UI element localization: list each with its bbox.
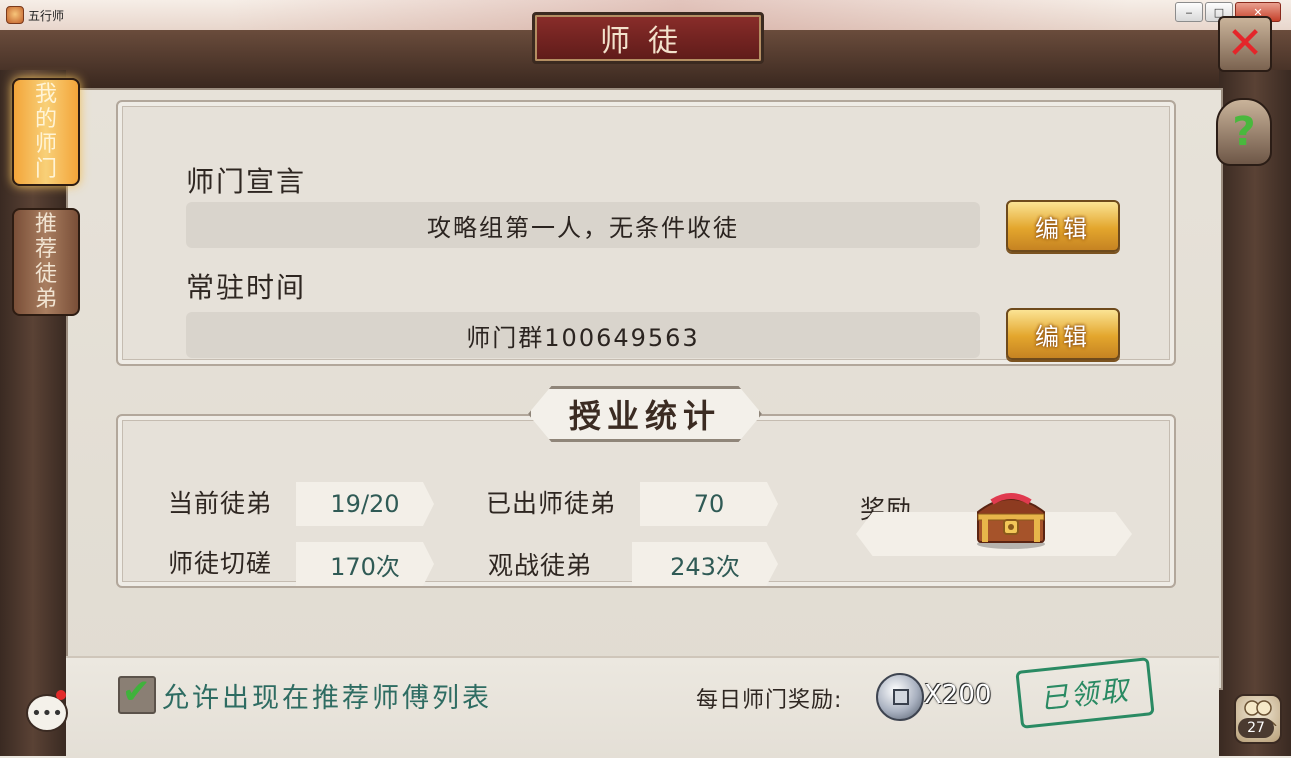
edit-declaration-button[interactable]: 编辑 bbox=[1006, 200, 1120, 252]
hours-label: 常驻时间 bbox=[186, 271, 307, 304]
panel-close-button[interactable]: ✕ bbox=[1218, 16, 1272, 72]
chat-bubble-icon: ••• bbox=[31, 702, 63, 724]
friends-count: 27 bbox=[1238, 718, 1274, 738]
tab-label-char: 门 bbox=[34, 157, 57, 182]
help-button[interactable]: ? bbox=[1216, 98, 1272, 166]
current-disciples-label: 当前徒弟 bbox=[168, 489, 273, 518]
question-icon: ? bbox=[1232, 109, 1256, 155]
frame-right-border bbox=[1219, 70, 1291, 756]
notification-dot bbox=[56, 690, 66, 700]
declaration-label: 师门宣言 bbox=[186, 165, 307, 198]
declaration-field: 攻略组第一人，无条件收徒 bbox=[186, 202, 980, 248]
app-icon bbox=[6, 6, 24, 24]
coin-count: X200 bbox=[924, 680, 992, 710]
current-disciples-value: 19/20 bbox=[296, 482, 434, 526]
tab-label-char: 师 bbox=[34, 132, 57, 157]
tab-label-char: 的 bbox=[34, 107, 57, 132]
tab-recommended-disciples[interactable]: 推 荐 徒 弟 bbox=[12, 208, 80, 316]
allow-recommend-label: 允许出现在推荐师傅列表 bbox=[162, 683, 492, 714]
red-x-icon: ✕ bbox=[1226, 18, 1264, 69]
stats-title: 授业统计 bbox=[528, 386, 762, 442]
watched-label: 观战徒弟 bbox=[488, 551, 593, 580]
minimize-button[interactable]: ‒ bbox=[1175, 2, 1203, 22]
sparring-value: 170次 bbox=[296, 542, 434, 586]
hours-field: 师门群100649563 bbox=[186, 312, 980, 358]
daily-reward-label: 每日师门奖励: bbox=[696, 688, 843, 713]
watched-value: 243次 bbox=[632, 542, 778, 586]
tab-label-char: 徒 bbox=[34, 262, 57, 287]
treasure-chest-icon[interactable] bbox=[970, 484, 1052, 550]
edit-hours-button[interactable]: 编辑 bbox=[1006, 308, 1120, 360]
tab-label-char: 推 bbox=[34, 212, 57, 237]
tab-label-char: 荐 bbox=[34, 237, 57, 262]
tab-my-school[interactable]: 我 的 师 门 bbox=[12, 78, 80, 186]
silver-coin-icon bbox=[876, 673, 924, 721]
window-title: 五行师 bbox=[28, 9, 65, 23]
allow-recommend-checkbox[interactable]: ✔ bbox=[118, 672, 156, 714]
graduated-label: 已出师徒弟 bbox=[486, 489, 617, 518]
tab-label-char: 我 bbox=[34, 82, 57, 107]
panel-title: 师徒 bbox=[532, 12, 764, 64]
sparring-label: 师徒切磋 bbox=[168, 549, 273, 578]
tab-label-char: 弟 bbox=[34, 287, 57, 312]
graduated-value: 70 bbox=[640, 482, 778, 526]
checkmark-icon: ✔ bbox=[122, 672, 151, 712]
